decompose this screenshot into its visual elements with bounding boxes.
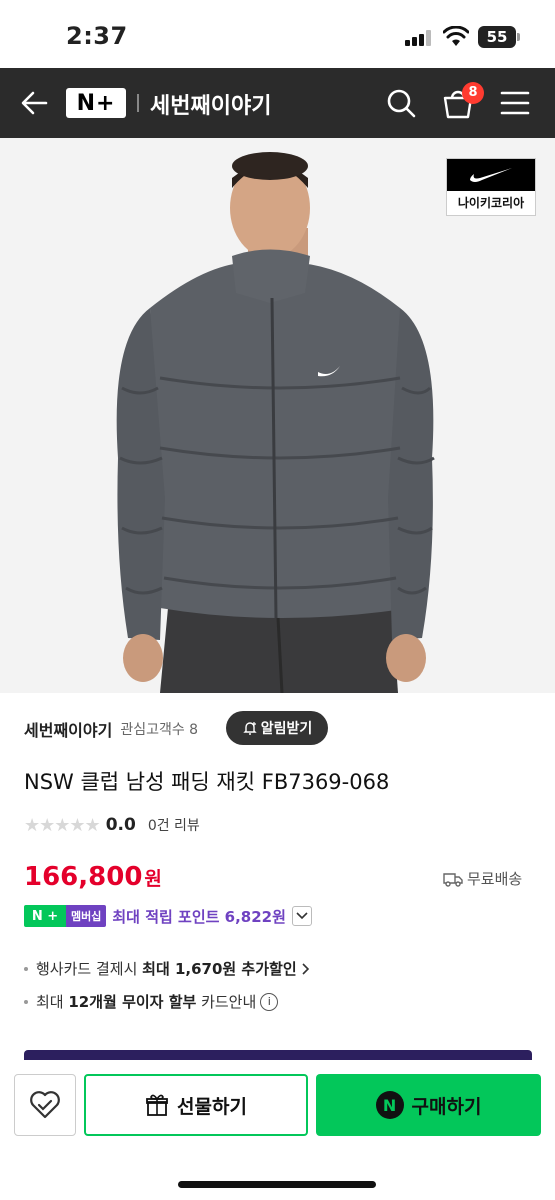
status-bar: 2:37 55 (0, 0, 555, 68)
store-title[interactable]: 세번째이야기 (150, 88, 271, 120)
alarm-button-label: 알림받기 (260, 721, 313, 737)
bottom-action-bar: 선물하기 N 구매하기 (0, 1060, 555, 1200)
shipping-info: 무료배송 (443, 868, 522, 889)
card-discount-prefix: 행사카드 결제시 (36, 960, 143, 978)
seller-row: 세번째이야기 관심고객수 8 (24, 712, 198, 746)
price-unit: 원 (144, 868, 162, 890)
naver-plus-logo[interactable]: N+ (66, 88, 126, 118)
bell-plus-icon (243, 722, 257, 735)
cart-count-badge: 8 (462, 82, 484, 104)
info-icon[interactable]: i (260, 992, 279, 1011)
buy-button-label: 구매하기 (411, 1095, 482, 1118)
wishlist-button[interactable] (14, 1074, 76, 1136)
product-title: NSW 클럽 남성 패딩 재킷 FB7369-068 (24, 770, 390, 794)
rating-value: 0.0 (105, 815, 136, 835)
membership-badge: N + 멤버십 (24, 905, 107, 927)
wifi-icon (443, 26, 469, 46)
truck-icon (443, 872, 463, 887)
battery-indicator: 55 (478, 26, 520, 48)
membership-badge-label: 멤버십 (66, 905, 107, 927)
home-indicator (178, 1181, 376, 1188)
notification-subscribe-button[interactable]: 알림받기 (226, 711, 328, 745)
price: 166,800 (24, 862, 143, 892)
card-discount-benefit[interactable]: 행사카드 결제시 최대 1,670원 추가할인 (24, 958, 311, 979)
naver-pay-icon: N (375, 1091, 404, 1119)
bullet (24, 999, 28, 1004)
back-arrow-icon[interactable] (20, 90, 48, 116)
installment-bold: 12개월 무이자 할부 (68, 993, 197, 1011)
gift-button-label: 선물하기 (177, 1095, 247, 1118)
search-icon[interactable] (386, 88, 416, 118)
follower-count: 관심고객수 8 (120, 722, 199, 738)
installment-suffix: 카드안내 (196, 993, 257, 1011)
chevron-down-icon[interactable] (291, 906, 312, 926)
installment-prefix: 최대 (36, 993, 69, 1011)
status-time: 2:37 (66, 22, 128, 50)
heart-check-icon (30, 1091, 60, 1119)
gift-icon (146, 1094, 168, 1116)
card-discount-amount: 최대 1,670원 추가할인 (142, 960, 297, 978)
product-photo-illustration (0, 138, 555, 693)
star-rating-icon: ★★★★★ (24, 814, 101, 836)
max-points-text: 최대 적립 포인트 6,822원 (112, 907, 286, 926)
signal-icon (405, 30, 433, 46)
installment-benefit[interactable]: 최대 12개월 무이자 할부 카드안내 i (24, 991, 279, 1012)
naver-plus-badge: N + (24, 905, 66, 927)
rating-row[interactable]: ★★★★★ 0.0 0건 리뷰 (24, 813, 200, 837)
review-count[interactable]: 0건 리뷰 (148, 815, 200, 835)
top-nav-bar: N+ 세번째이야기 8 (0, 68, 555, 138)
price-row: 166,800 원 (24, 862, 162, 892)
chevron-right-icon (302, 962, 309, 975)
product-image[interactable]: 나이키코리아 (0, 138, 555, 693)
nike-swoosh-logo (447, 159, 535, 191)
brand-badge-label: 나이키코리아 (457, 196, 525, 210)
nav-divider (137, 94, 139, 112)
shipping-label: 무료배송 (467, 870, 523, 888)
gift-button[interactable]: 선물하기 (84, 1074, 308, 1136)
brand-badge[interactable]: 나이키코리아 (446, 158, 536, 216)
buy-button[interactable]: N 구매하기 (316, 1074, 541, 1136)
hamburger-menu-icon[interactable] (500, 90, 530, 116)
membership-points-row[interactable]: N + 멤버십 최대 적립 포인트 6,822원 (24, 904, 312, 928)
seller-name[interactable]: 세번째이야기 (24, 717, 112, 741)
bullet (24, 966, 28, 971)
